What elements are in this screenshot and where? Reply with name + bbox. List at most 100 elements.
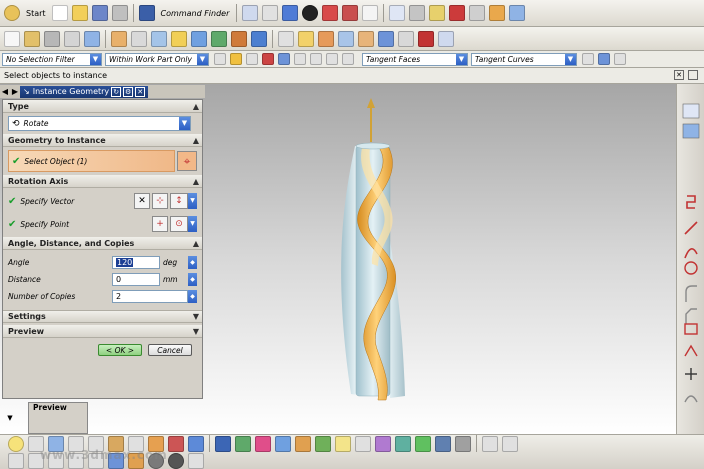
angle-input[interactable]: 120 — [112, 256, 160, 269]
copies-input[interactable]: 2 — [112, 290, 188, 303]
chain-icon[interactable] — [614, 53, 626, 65]
snap-end-icon[interactable] — [278, 53, 290, 65]
offset-face-icon[interactable] — [318, 30, 334, 47]
section-geometry-header[interactable]: Geometry to Instance ▲ — [3, 134, 202, 147]
measure-icon[interactable] — [469, 5, 486, 21]
follow-fillet-icon[interactable] — [598, 53, 610, 65]
select-all-icon[interactable] — [214, 53, 226, 65]
section-rotation-header[interactable]: Rotation Axis ▲ — [3, 175, 202, 188]
color-icon[interactable] — [255, 435, 271, 452]
extrude-icon[interactable] — [24, 30, 40, 47]
nav-right-icon[interactable]: ▶ — [10, 87, 20, 96]
fillet-icon[interactable] — [378, 30, 394, 47]
hole-icon[interactable] — [64, 30, 80, 47]
face-rule-dropdown[interactable]: Tangent Faces ▼ — [362, 52, 468, 66]
photo-icon[interactable] — [455, 435, 471, 452]
shade-icon[interactable] — [282, 5, 299, 21]
model-icon[interactable] — [235, 435, 251, 452]
draft-icon[interactable] — [358, 30, 374, 47]
line-tool-icon[interactable] — [8, 452, 24, 469]
block-blue-icon[interactable] — [188, 435, 204, 452]
snap-center-icon[interactable] — [310, 53, 322, 65]
arrange-icon[interactable] — [275, 435, 291, 452]
thicken-icon[interactable] — [338, 30, 354, 47]
distance-input[interactable]: 0 — [112, 273, 160, 286]
palette-icon[interactable] — [509, 5, 526, 21]
filter-icon[interactable] — [230, 53, 242, 65]
snap-point-icon[interactable] — [262, 53, 274, 65]
snap-int-icon[interactable] — [342, 53, 354, 65]
view-orient-icon[interactable] — [342, 5, 359, 21]
chamfer-icon[interactable] — [131, 30, 147, 47]
scope-filter-dropdown[interactable]: Within Work Part Only ▼ — [105, 52, 209, 66]
gear-icon[interactable]: ⚙ — [123, 86, 134, 97]
mirror-icon[interactable] — [191, 30, 207, 47]
view-red-icon[interactable] — [322, 5, 339, 21]
shell-icon[interactable] — [151, 30, 167, 47]
section-type-header[interactable]: Type ▲ — [3, 100, 202, 113]
extra-icon[interactable] — [502, 435, 518, 452]
dot-tool-icon[interactable] — [168, 452, 184, 469]
restore-icon[interactable] — [688, 70, 698, 80]
vector-type-icon[interactable]: ↕ — [170, 193, 188, 209]
subtract-icon[interactable] — [231, 30, 247, 47]
ok-button[interactable]: < OK > — [98, 344, 142, 356]
selection-filter-dropdown[interactable]: No Selection Filter ▼ — [2, 52, 102, 66]
section-settings-header[interactable]: Settings ▼ — [3, 310, 202, 323]
nav-left-icon[interactable]: ◀ — [0, 87, 10, 96]
new-icon[interactable] — [51, 5, 68, 21]
layer-icon[interactable] — [362, 5, 379, 21]
info-icon[interactable] — [438, 30, 454, 47]
distance-spinner[interactable]: ◆ — [188, 273, 197, 286]
cancel-button[interactable]: Cancel — [148, 344, 192, 356]
snap-mid-icon[interactable] — [294, 53, 306, 65]
chevron-up-icon[interactable]: ▲ — [193, 102, 199, 111]
render-icon[interactable] — [302, 5, 319, 21]
chevron-down-icon[interactable]: ▼ — [193, 312, 199, 321]
boss-icon[interactable] — [84, 30, 100, 47]
crosshair-icon[interactable]: ⌖ — [177, 151, 197, 171]
section-adc-header[interactable]: Angle, Distance, and Copies ▲ — [3, 237, 202, 250]
select-object-field[interactable]: ✔ Select Object (1) — [8, 150, 175, 172]
texture-icon[interactable] — [435, 435, 451, 452]
scale-icon[interactable] — [398, 30, 414, 47]
open-icon[interactable] — [71, 5, 88, 21]
material-icon[interactable] — [395, 435, 411, 452]
analysis-icon[interactable] — [489, 5, 506, 21]
intersect-icon[interactable] — [251, 30, 267, 47]
print-icon[interactable] — [111, 5, 128, 21]
command-finder-button[interactable]: Command Finder — [161, 9, 230, 18]
command-finder-icon[interactable] — [138, 5, 155, 21]
bulb-icon[interactable] — [8, 435, 24, 452]
select-tool-icon[interactable] — [335, 435, 351, 452]
close-icon[interactable]: ✕ — [674, 70, 684, 80]
unite-icon[interactable] — [211, 30, 227, 47]
undo-icon[interactable] — [242, 5, 259, 21]
copies-spinner[interactable]: ◆ — [188, 290, 197, 303]
trim-body-icon[interactable] — [278, 30, 294, 47]
coord-icon[interactable] — [355, 435, 371, 452]
section-preview-header[interactable]: Preview ▼ — [3, 325, 202, 338]
view-icon[interactable] — [215, 435, 231, 452]
start-icon[interactable] — [4, 5, 20, 21]
blend-icon[interactable] — [111, 30, 127, 47]
sketch-icon[interactable] — [4, 30, 20, 47]
dialog-title-tab[interactable]: ↘ Instance Geometry ↻ ⚙ ✕ — [20, 85, 149, 98]
vector-dialog-icon[interactable]: ⊹ — [152, 193, 168, 209]
chevron-down-icon[interactable]: ▼ — [188, 193, 197, 209]
scroll-down-icon[interactable]: ▼ — [4, 412, 16, 424]
save-icon[interactable] — [91, 5, 108, 21]
stop-icon[interactable] — [418, 30, 434, 47]
tools-icon[interactable] — [429, 5, 446, 21]
play-icon[interactable] — [188, 452, 204, 469]
revolve-icon[interactable] — [44, 30, 60, 47]
sew-icon[interactable] — [298, 30, 314, 47]
angle-spinner[interactable]: ◆ — [188, 256, 197, 269]
snap-icon[interactable] — [409, 5, 426, 21]
chevron-up-icon[interactable]: ▲ — [193, 239, 199, 248]
curve-rule-dropdown[interactable]: Tangent Curves ▼ — [471, 52, 577, 66]
chevron-up-icon[interactable]: ▲ — [193, 177, 199, 186]
green-icon[interactable] — [415, 435, 431, 452]
pattern-icon[interactable] — [171, 30, 187, 47]
wave-icon[interactable] — [295, 435, 311, 452]
